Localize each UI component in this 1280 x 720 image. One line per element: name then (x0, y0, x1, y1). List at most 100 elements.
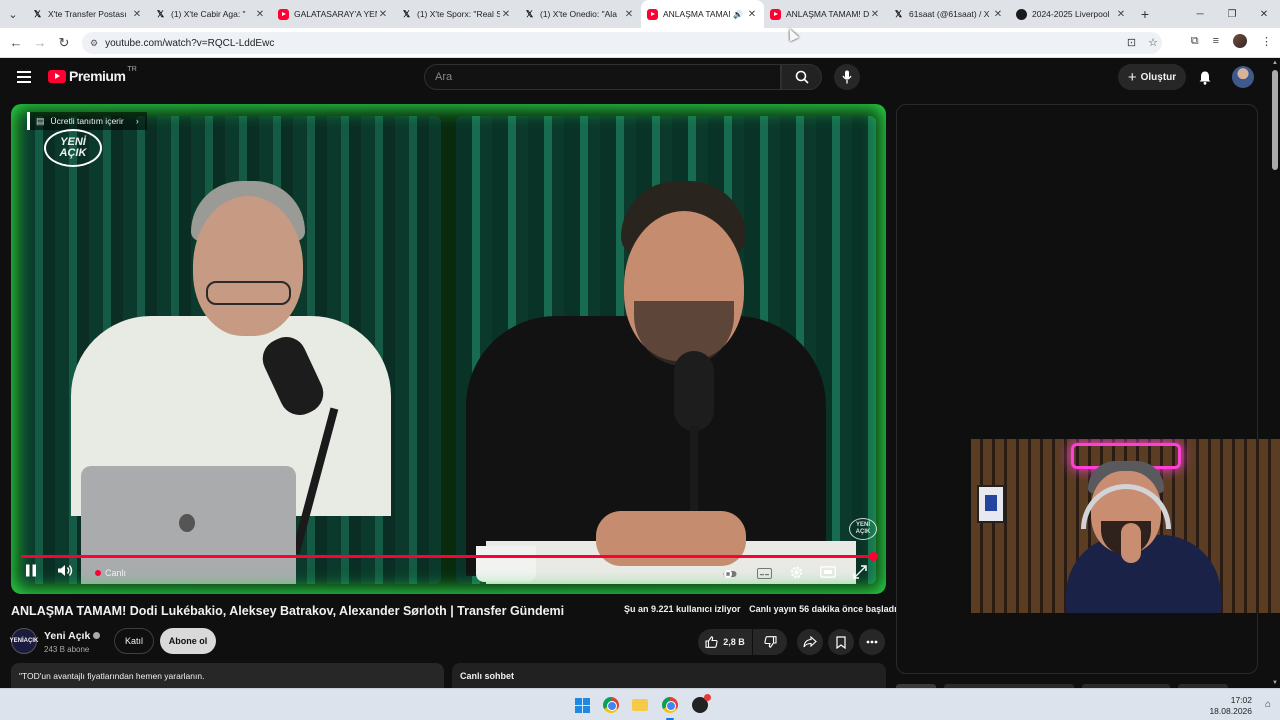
scrollbar-thumb[interactable] (1272, 70, 1278, 170)
taskbar-obs[interactable] (690, 694, 711, 715)
channel-name-row[interactable]: Yeni Açık (44, 630, 101, 642)
browser-tab[interactable]: 𝕏 61saat (@61saat) / X ✕ (887, 0, 1010, 28)
tab-search-icon[interactable]: ⌄ (0, 0, 26, 28)
url-text[interactable]: youtube.com/watch?v=RQCL-LddEwc (105, 38, 274, 49)
browser-tab[interactable]: ANLAŞMA TAMAM! D ✕ (764, 0, 887, 28)
dislike-button[interactable] (753, 629, 787, 655)
channel-name[interactable]: Yeni Açık (44, 630, 90, 642)
tab-close-icon[interactable]: ✕ (131, 9, 143, 20)
settings-button[interactable] (789, 565, 804, 583)
progress-bar[interactable] (21, 552, 878, 561)
volume-button[interactable] (57, 564, 73, 580)
live-dot-icon (95, 570, 101, 576)
clock-time: 17:02 (1230, 695, 1252, 705)
tab-close-icon[interactable]: ✕ (992, 9, 1004, 20)
browser-tab[interactable]: GALATASARAY'A YENİ ✕ (272, 0, 395, 28)
fullscreen-button[interactable] (853, 565, 867, 582)
minimize-button[interactable]: ─ (1184, 9, 1216, 20)
video-right-panel (456, 116, 876, 584)
player-controls: Canlı (11, 562, 886, 588)
x-icon: 𝕏 (33, 8, 42, 19)
progress-scrubber[interactable] (868, 552, 878, 561)
plus-icon: + (1127, 68, 1137, 86)
live-viewer-info: Şu an 9.221 kullanıcı izliyor Canlı yayı… (624, 604, 897, 614)
tab-title: GALATASARAY'A YENİ (294, 9, 377, 19)
tab-close-icon[interactable]: ✕ (377, 9, 389, 20)
start-button[interactable] (572, 695, 592, 715)
scroll-up-icon[interactable]: ▲ (1272, 60, 1278, 66)
live-chat-header[interactable]: Canlı sohbet (452, 663, 886, 688)
progress-fill (21, 555, 873, 558)
forward-button[interactable]: → (28, 35, 52, 50)
streamer-webcam-overlay (971, 439, 1280, 613)
taskbar-chrome[interactable] (601, 695, 621, 715)
save-button[interactable] (828, 629, 854, 655)
tab-close-icon[interactable]: ✕ (254, 9, 266, 20)
site-info-icon[interactable]: ⚙ (90, 38, 98, 49)
system-clock[interactable]: 17:02 18.08.2026 (1209, 695, 1252, 717)
channel-avatar[interactable]: YENİ AÇIK (10, 628, 38, 654)
new-tab-button[interactable]: + (1133, 6, 1157, 22)
like-button[interactable]: 2,8 B (698, 629, 752, 655)
close-window-button[interactable]: ✕ (1248, 9, 1280, 20)
browser-tab[interactable]: 𝕏 X'te Transfer Postası ✕ (26, 0, 149, 28)
paid-promotion-badge[interactable]: ▤ Ücretli tanıtım içerir › (27, 112, 147, 130)
browser-tab[interactable]: 2024-2025 Liverpool ✕ (1010, 0, 1133, 28)
account-avatar[interactable] (1232, 66, 1254, 88)
menu-icon[interactable] (17, 71, 31, 86)
maximize-button[interactable]: ❐ (1216, 9, 1248, 20)
bookmark-star-icon[interactable]: ☆ (1148, 36, 1158, 49)
browser-tab[interactable]: ANLAŞMA TAMAM 🔊 ✕ (641, 0, 764, 28)
join-button[interactable]: Katıl (114, 628, 154, 654)
browser-tab[interactable]: 𝕏 (1) X'te Onedio: "Ala ✕ (518, 0, 641, 28)
media-control-icon[interactable]: ≡ (1213, 35, 1219, 47)
pause-button[interactable] (25, 564, 37, 580)
youtube-logo[interactable]: Premium TR (48, 66, 137, 84)
omnibox[interactable]: ⚙ youtube.com/watch?v=RQCL-LddEwc (82, 32, 1162, 54)
voice-search-button[interactable] (834, 64, 860, 90)
more-actions-button[interactable] (859, 629, 885, 655)
subscriber-count: 243 B abone (44, 645, 90, 654)
tab-close-icon[interactable]: ✕ (746, 9, 758, 20)
video-title: ANLAŞMA TAMAM! Dodi Lukébakio, Aleksey B… (11, 604, 565, 618)
extensions-icon[interactable]: ⧉ (1191, 35, 1199, 48)
share-icon (803, 636, 817, 648)
subscribe-button[interactable]: Abone ol (160, 628, 216, 654)
browser-menu-icon[interactable]: ⋮ (1261, 35, 1272, 48)
create-button[interactable]: + Oluştur (1118, 64, 1186, 90)
tab-title: ANLAŞMA TAMAM! D (786, 9, 869, 19)
tab-audio-icon[interactable]: 🔊 (733, 10, 743, 19)
live-indicator[interactable]: Canlı (95, 568, 126, 578)
window-controls: ─ ❐ ✕ (1184, 0, 1280, 28)
profile-avatar[interactable] (1233, 34, 1247, 48)
tab-close-icon[interactable]: ✕ (1115, 9, 1127, 20)
browser-tab[interactable]: 𝕏 (1) X'te Sporx: "Real S ✕ (395, 0, 518, 28)
share-button[interactable] (797, 629, 823, 655)
bell-icon (1199, 71, 1211, 85)
scroll-down-icon[interactable]: ▼ (1272, 680, 1278, 686)
install-app-icon[interactable]: ⊡ (1127, 36, 1136, 49)
subtitles-button[interactable] (757, 567, 772, 582)
tab-close-icon[interactable]: ✕ (623, 9, 635, 20)
tab-title: X'te Transfer Postası (48, 9, 127, 19)
like-count: 2,8 B (723, 637, 745, 647)
video-player[interactable]: ▤ Ücretli tanıtım içerir › YENİ AÇIK YEN… (11, 104, 886, 594)
search-input[interactable]: Ara (424, 64, 781, 90)
search-button[interactable] (781, 64, 822, 90)
browser-tab[interactable]: 𝕏 (1) X'te Cabir Aga: " ✕ (149, 0, 272, 28)
tab-close-icon[interactable]: ✕ (500, 9, 512, 20)
back-button[interactable]: ← (4, 35, 28, 50)
notification-center-icon[interactable]: ⌂ (1265, 699, 1271, 710)
x-icon: 𝕏 (402, 8, 411, 19)
taskbar-chrome-active[interactable] (660, 695, 680, 715)
pause-icon (26, 564, 36, 577)
taskbar-file-explorer[interactable] (630, 695, 650, 715)
notifications-button[interactable] (1196, 68, 1214, 86)
tab-close-icon[interactable]: ✕ (869, 9, 881, 20)
reload-button[interactable]: ↻ (52, 35, 76, 51)
thumbs-down-icon (763, 636, 777, 648)
description-box[interactable]: "TOD'un avantajlı fiyatlarından hemen ya… (11, 663, 444, 688)
autoplay-toggle[interactable] (723, 567, 737, 582)
youtube-play-icon (48, 69, 66, 83)
miniplayer-button[interactable] (820, 566, 836, 581)
